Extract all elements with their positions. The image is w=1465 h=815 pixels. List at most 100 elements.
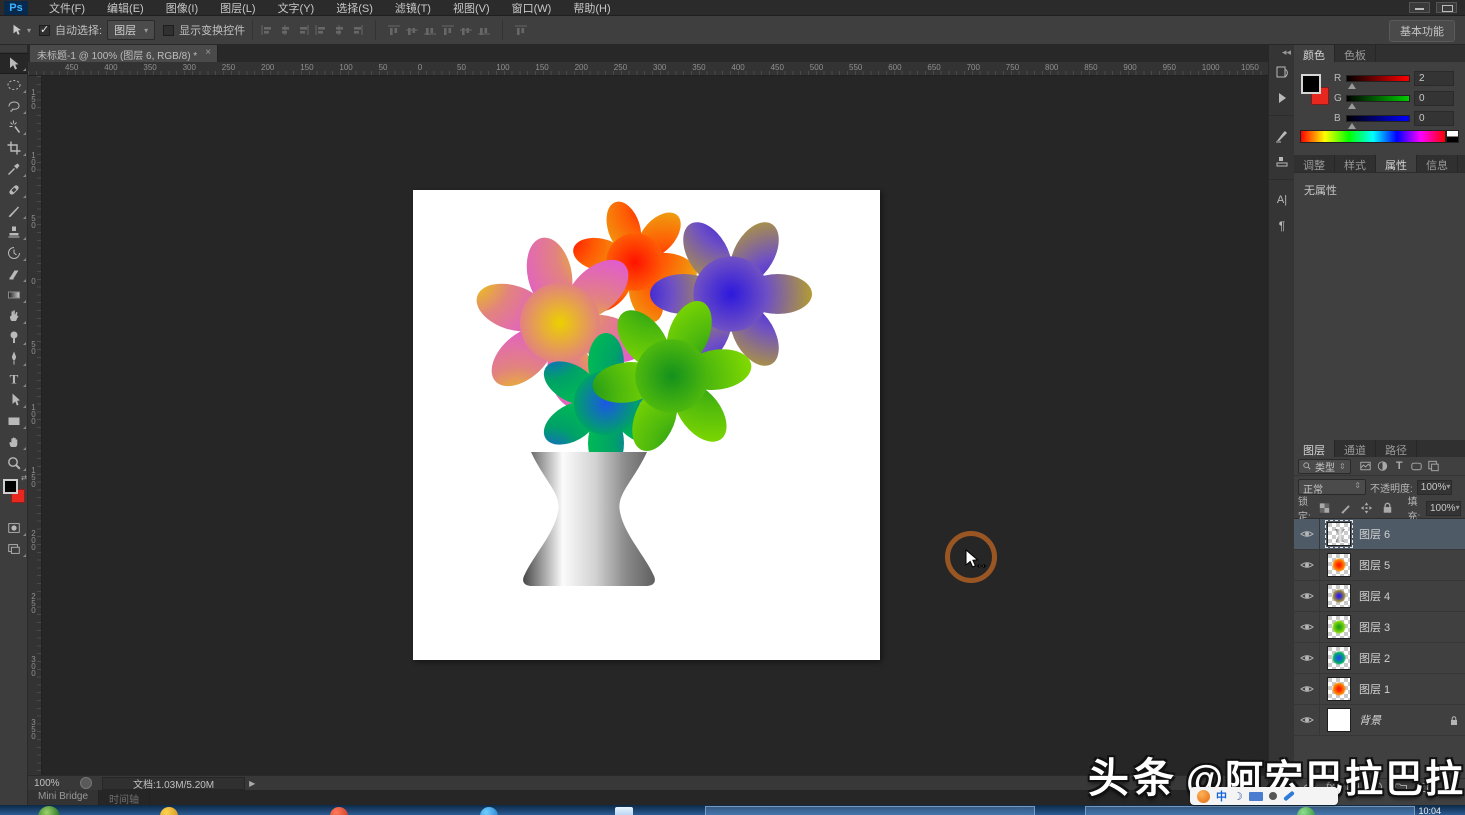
auto-select-checkbox[interactable] (39, 25, 50, 36)
layer-filter-type-dropdown[interactable]: 类型 ⇕ (1298, 459, 1351, 474)
brush-tool[interactable] (0, 200, 28, 221)
menu-item-1[interactable]: 文件(F) (38, 0, 96, 17)
zoom-level[interactable]: 100% (28, 778, 70, 789)
path-select-tool[interactable] (0, 389, 28, 410)
menu-item-8[interactable]: 视图(V) (442, 0, 501, 17)
channel-value-G[interactable]: 0 (1414, 91, 1454, 106)
taskbar-app-icon[interactable] (330, 807, 348, 815)
move-tool[interactable] (0, 53, 28, 74)
bottom-tab-时间轴[interactable]: 时间轴 (99, 790, 150, 805)
fill-value[interactable]: 100% ▾ (1426, 501, 1461, 516)
props-tab-信息[interactable]: 信息 (1417, 155, 1458, 172)
channel-slider-B[interactable] (1346, 115, 1410, 122)
actions-panel[interactable] (1269, 85, 1295, 111)
props-tab-属性[interactable]: 属性 (1376, 155, 1417, 172)
channel-slider-G[interactable] (1346, 95, 1410, 102)
slider-handle[interactable] (1348, 83, 1356, 89)
paragraph-panel[interactable]: ¶ (1269, 213, 1295, 239)
spectrum-bw-swatches[interactable] (1446, 130, 1459, 143)
menu-item-5[interactable]: 文字(Y) (267, 0, 326, 17)
layer-row-图层 6[interactable]: 图层 6 (1294, 519, 1465, 550)
history-brush-tool[interactable] (0, 242, 28, 263)
bottom-tab-Mini Bridge[interactable]: Mini Bridge (28, 790, 99, 805)
lock-move-icon[interactable] (1359, 501, 1374, 516)
layers-tab-图层[interactable]: 图层 (1294, 440, 1335, 457)
quick-select-tool[interactable] (0, 116, 28, 137)
ime-fullwidth-icon[interactable]: ☽ (1233, 790, 1243, 803)
windows-taskbar[interactable]: 10:04 (0, 805, 1465, 815)
type-tool[interactable]: T (0, 368, 28, 389)
dodge-tool[interactable] (0, 326, 28, 347)
ime-account-icon[interactable] (1269, 792, 1277, 800)
ime-toolbar[interactable]: 中 ☽ (1190, 787, 1338, 805)
gradient-tool[interactable] (0, 284, 28, 305)
foreground-color-swatch[interactable] (3, 479, 18, 494)
taskbar-app-icon[interactable] (615, 807, 633, 815)
quick-mask-button[interactable] (0, 517, 28, 538)
menu-item-2[interactable]: 编辑(E) (96, 0, 155, 17)
pixel-layer-filter-icon[interactable] (1358, 459, 1373, 474)
menu-item-7[interactable]: 滤镜(T) (384, 0, 442, 17)
layer-visibility-toggle[interactable] (1294, 612, 1320, 642)
status-menu-arrow-icon[interactable]: ▶ (249, 779, 255, 788)
lock-paint-icon[interactable] (1338, 501, 1353, 516)
menu-item-6[interactable]: 选择(S) (325, 0, 384, 17)
hand-tool[interactable] (0, 431, 28, 452)
menu-item-3[interactable]: 图像(I) (155, 0, 209, 17)
layer-thumbnail[interactable] (1327, 584, 1351, 608)
adjustment-layer-filter-icon[interactable] (1375, 459, 1390, 474)
layer-row-图层 4[interactable]: 图层 4 (1294, 581, 1465, 612)
layer-visibility-toggle[interactable] (1294, 519, 1320, 549)
opacity-value[interactable]: 100% ▾ (1417, 480, 1452, 495)
canvas[interactable] (413, 190, 880, 660)
pen-tool[interactable] (0, 347, 28, 368)
restore-button[interactable] (1436, 2, 1457, 13)
document-tab[interactable]: 未标题-1 @ 100% (图层 6, RGB/8) * × (30, 45, 218, 62)
history-panel[interactable] (1269, 59, 1295, 85)
layer-visibility-toggle[interactable] (1294, 581, 1320, 611)
layer-thumbnail[interactable] (1327, 677, 1351, 701)
layer-row-图层 3[interactable]: 图层 3 (1294, 612, 1465, 643)
horizontal-ruler[interactable]: 4504003503002502001501005005010015020025… (28, 62, 1268, 76)
type-layer-filter-icon[interactable]: T (1392, 459, 1407, 474)
tool-preset-picker[interactable]: ▾ (10, 23, 31, 37)
vertical-ruler[interactable]: 15010050050100150200250300350 (28, 76, 42, 775)
channel-value-R[interactable]: 2 (1414, 71, 1454, 86)
props-tab-样式[interactable]: 样式 (1335, 155, 1376, 172)
lasso-tool[interactable] (0, 95, 28, 116)
show-transform-checkbox[interactable] (163, 25, 174, 36)
foreground-color-swatch[interactable] (1301, 74, 1321, 94)
taskbar-clock[interactable]: 10:04 (1418, 806, 1441, 815)
color-spectrum-ramp[interactable] (1300, 130, 1446, 143)
slider-handle[interactable] (1348, 123, 1356, 129)
layer-row-图层 5[interactable]: 图层 5 (1294, 550, 1465, 581)
eyedropper-tool[interactable] (0, 158, 28, 179)
taskbar-app-icon[interactable] (480, 807, 498, 815)
ime-logo-icon[interactable] (1197, 790, 1210, 803)
clone-stamp-tool[interactable] (0, 221, 28, 242)
props-tab-调整[interactable]: 调整 (1294, 155, 1335, 172)
close-tab-icon[interactable]: × (205, 47, 211, 62)
layer-thumbnail[interactable] (1327, 646, 1351, 670)
zoom-tool[interactable] (0, 452, 28, 473)
layer-visibility-toggle[interactable] (1294, 674, 1320, 704)
layers-tab-通道[interactable]: 通道 (1335, 440, 1376, 457)
slider-handle[interactable] (1348, 103, 1356, 109)
layer-visibility-toggle[interactable] (1294, 705, 1320, 735)
marquee-tool[interactable] (0, 74, 28, 95)
ime-language-mode[interactable]: 中 (1216, 788, 1227, 804)
color-tab-色板[interactable]: 色板 (1335, 45, 1376, 62)
crop-tool[interactable] (0, 137, 28, 158)
toolbar-grip[interactable] (0, 45, 27, 53)
shape-tool[interactable] (0, 410, 28, 431)
smart-object-filter-icon[interactable] (1426, 459, 1441, 474)
layer-row-图层 1[interactable]: 图层 1 (1294, 674, 1465, 705)
taskbar-window-button[interactable] (705, 806, 1035, 815)
auto-select-target-dropdown[interactable]: 图层 ▾ (107, 20, 155, 40)
ime-settings-icon[interactable] (1283, 791, 1295, 802)
minimize-button[interactable] (1409, 2, 1430, 13)
taskbar-window-button[interactable] (1085, 806, 1415, 815)
healing-brush-tool[interactable] (0, 179, 28, 200)
menu-item-4[interactable]: 图层(L) (209, 0, 266, 17)
character-panel[interactable]: A| (1269, 187, 1295, 213)
